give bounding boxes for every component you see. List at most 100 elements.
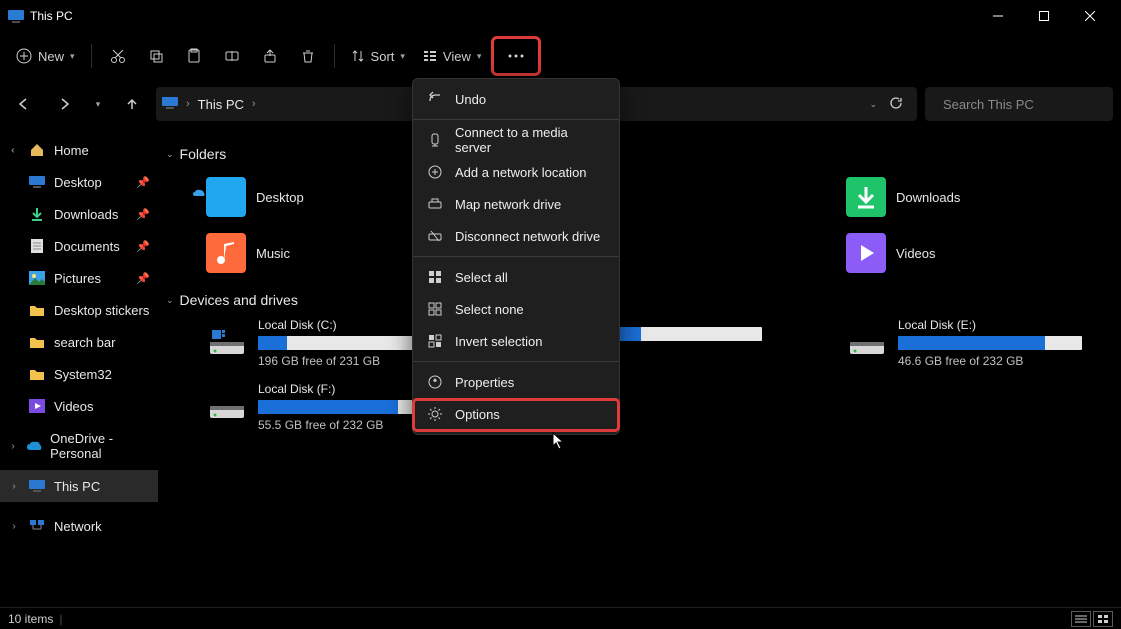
up-button[interactable] bbox=[116, 88, 148, 120]
sidebar-item-label: System32 bbox=[54, 367, 112, 382]
network-icon bbox=[28, 517, 46, 535]
sidebar-item-onedrive---personal[interactable]: ›OneDrive - Personal bbox=[0, 430, 158, 462]
menu-item-undo[interactable]: Undo bbox=[413, 83, 619, 115]
address-dropdown-button[interactable]: ⌄ bbox=[869, 99, 877, 110]
chevron-down-icon: ▾ bbox=[70, 51, 75, 62]
minimize-button[interactable] bbox=[975, 0, 1021, 32]
folder-item[interactable]: Videos bbox=[846, 228, 1121, 278]
more-menu: Undo Connect to a media serverAdd a netwo… bbox=[412, 78, 620, 435]
disconnect-icon bbox=[427, 228, 443, 244]
sort-icon bbox=[351, 49, 365, 63]
sidebar-item-desktop-stickers[interactable]: Desktop stickers bbox=[0, 294, 158, 326]
item-count: 10 items bbox=[8, 612, 53, 626]
chevron-right-icon: › bbox=[252, 98, 256, 110]
menu-item-invert-selection[interactable]: Invert selection bbox=[413, 325, 619, 357]
menu-item-select-all[interactable]: Select all bbox=[413, 261, 619, 293]
menu-separator bbox=[413, 256, 619, 257]
sort-button[interactable]: Sort ▾ bbox=[343, 38, 413, 74]
new-label: New bbox=[38, 49, 64, 64]
chevron-icon: › bbox=[8, 521, 20, 532]
pin-icon: 📌 bbox=[136, 176, 150, 189]
menu-item-options[interactable]: Options bbox=[413, 398, 619, 430]
sidebar-item-system32[interactable]: System32 bbox=[0, 358, 158, 390]
share-icon bbox=[262, 48, 278, 64]
close-button[interactable] bbox=[1067, 0, 1113, 32]
chevron-icon: › bbox=[8, 441, 18, 452]
search-box[interactable] bbox=[925, 87, 1113, 121]
sidebar-item-network[interactable]: ›Network bbox=[0, 510, 158, 542]
chevron-down-icon: ⌄ bbox=[166, 295, 174, 306]
forward-button[interactable] bbox=[48, 88, 80, 120]
separator bbox=[334, 44, 335, 68]
recent-locations-button[interactable]: ▾ bbox=[88, 88, 108, 120]
paste-button[interactable] bbox=[176, 38, 212, 74]
menu-item-disconnect-network-drive[interactable]: Disconnect network drive bbox=[413, 220, 619, 252]
paste-icon bbox=[186, 48, 202, 64]
sidebar-item-desktop[interactable]: Desktop📌 bbox=[0, 166, 158, 198]
sidebar-item-documents[interactable]: Documents📌 bbox=[0, 230, 158, 262]
pc-icon bbox=[28, 477, 46, 495]
menu-item-add-a-network-location[interactable]: Add a network location bbox=[413, 156, 619, 188]
sidebar-item-downloads[interactable]: Downloads📌 bbox=[0, 198, 158, 230]
sidebar-item-pictures[interactable]: Pictures📌 bbox=[0, 262, 158, 294]
search-input[interactable] bbox=[943, 97, 1119, 112]
menu-separator bbox=[413, 361, 619, 362]
sidebar-item-this-pc[interactable]: ›This PC bbox=[0, 470, 158, 502]
large-icons-view-button[interactable] bbox=[1093, 611, 1113, 627]
chevron-down-icon: ⌄ bbox=[166, 149, 174, 160]
scissors-icon bbox=[110, 48, 126, 64]
menu-item-label: Select none bbox=[455, 302, 524, 317]
title-bar: This PC bbox=[0, 0, 1121, 32]
sidebar-item-videos[interactable]: Videos bbox=[0, 390, 158, 422]
folder-item[interactable]: Downloads bbox=[846, 172, 1121, 222]
delete-button[interactable] bbox=[290, 38, 326, 74]
details-view-button[interactable] bbox=[1071, 611, 1091, 627]
menu-item-label: Invert selection bbox=[455, 334, 542, 349]
home-icon bbox=[28, 141, 46, 159]
breadcrumb-location[interactable]: This PC bbox=[198, 97, 244, 112]
drive-icon bbox=[206, 391, 248, 423]
folder-icon bbox=[28, 333, 46, 351]
options-icon bbox=[427, 406, 443, 422]
group-label: Folders bbox=[180, 146, 227, 162]
menu-item-select-none[interactable]: Select none bbox=[413, 293, 619, 325]
pictures-icon bbox=[28, 269, 46, 287]
folder-label: Downloads bbox=[896, 190, 960, 205]
rename-button[interactable] bbox=[214, 38, 250, 74]
sidebar-item-label: Videos bbox=[54, 399, 94, 414]
pin-icon: 📌 bbox=[136, 272, 150, 285]
view-button[interactable]: View ▾ bbox=[415, 38, 489, 74]
sidebar-item-label: Desktop stickers bbox=[54, 303, 149, 318]
cloud-sync-icon bbox=[192, 186, 206, 200]
pc-icon bbox=[162, 96, 178, 113]
app-icon bbox=[8, 8, 24, 24]
share-button[interactable] bbox=[252, 38, 288, 74]
documents-icon bbox=[28, 237, 46, 255]
folder-icon bbox=[846, 233, 886, 273]
pin-icon: 📌 bbox=[136, 240, 150, 253]
menu-item-connect-to-a-media-server[interactable]: Connect to a media server bbox=[413, 124, 619, 156]
maximize-button[interactable] bbox=[1021, 0, 1067, 32]
more-button-highlight bbox=[491, 36, 541, 76]
menu-item-map-network-drive[interactable]: Map network drive bbox=[413, 188, 619, 220]
folder-icon bbox=[28, 301, 46, 319]
sidebar-item-search-bar[interactable]: search bar bbox=[0, 326, 158, 358]
group-header-drives[interactable]: ⌄ Devices and drives bbox=[166, 292, 1113, 308]
back-button[interactable] bbox=[8, 88, 40, 120]
menu-item-label: Properties bbox=[455, 375, 514, 390]
sidebar-item-home[interactable]: ⌄Home bbox=[0, 134, 158, 166]
copy-button[interactable] bbox=[138, 38, 174, 74]
drive-item[interactable]: Local Disk (E:)46.6 GB free of 232 GB bbox=[846, 318, 1121, 368]
sidebar-item-label: This PC bbox=[54, 479, 100, 494]
cut-button[interactable] bbox=[100, 38, 136, 74]
menu-item-label: Map network drive bbox=[455, 197, 561, 212]
more-button[interactable] bbox=[498, 39, 534, 73]
menu-item-properties[interactable]: Properties bbox=[413, 366, 619, 398]
group-header-folders[interactable]: ⌄ Folders bbox=[166, 146, 1113, 162]
new-button[interactable]: New ▾ bbox=[8, 38, 83, 74]
menu-item-label: Undo bbox=[455, 92, 486, 107]
chevron-right-icon: › bbox=[186, 98, 190, 110]
refresh-button[interactable] bbox=[889, 96, 903, 113]
folder-icon bbox=[28, 365, 46, 383]
desktop-icon bbox=[28, 173, 46, 191]
